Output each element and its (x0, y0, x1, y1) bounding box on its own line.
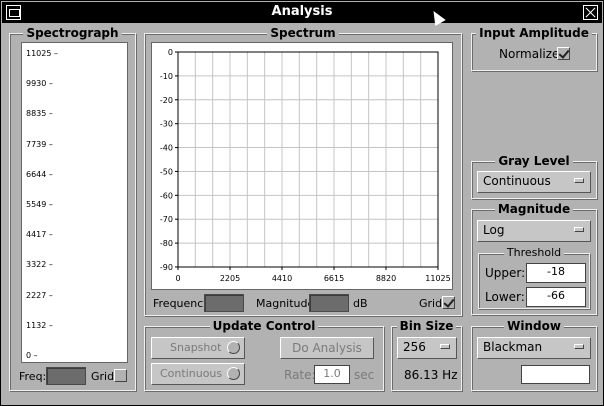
normalize-checkbox[interactable] (557, 47, 570, 60)
spectrograph-y-tick: 6644 – (26, 169, 53, 179)
spectrograph-title: Spectrograph (23, 26, 122, 40)
spectrograph-y-tick: 7739 – (26, 139, 53, 149)
spectrograph-y-tick: 0 – (26, 351, 38, 360)
spectrograph-y-tick: 2227 – (26, 290, 53, 300)
continuous-radio-icon (227, 367, 240, 380)
spectrum-plot[interactable]: 0 -10 -20 -30 -40 -50 -60 -70 -80 -90 0 2205 4410 661… (151, 42, 453, 290)
spectrograph-freq-label: Freq: (19, 370, 47, 383)
window-function-selected: Blackman (483, 340, 543, 354)
spectrograph-y-tick: 3322 – (26, 260, 53, 270)
bin-size-title: Bin Size (396, 319, 457, 333)
spectrum-y-tick-label: -20 (160, 96, 173, 105)
spectrum-y-tick-label: -80 (160, 239, 173, 248)
spectrum-y-tick-label: -70 (160, 215, 173, 224)
rate-unit: sec (354, 368, 375, 382)
snapshot-radio-icon (227, 341, 240, 354)
spectrum-x-tick-label: 4410 (272, 274, 292, 283)
threshold-lower-input[interactable]: -66 (526, 287, 586, 307)
window-function-entry[interactable] (521, 365, 590, 384)
spectrum-y-tick-label: -60 (160, 191, 173, 200)
spectrum-x-tick-label: 8820 (376, 274, 396, 283)
magnitude-title: Magnitude (494, 202, 574, 216)
spectrum-y-tick-label: -90 (160, 263, 173, 272)
spectrum-plot-frame (177, 51, 439, 268)
spectrum-y-tick-label: -10 (160, 72, 173, 81)
spectrum-x-tick-label: 0 (175, 274, 180, 283)
spectrum-chart-svg: 0-10-20-30-40-50-60-70-80-900 2205 4410 661… (160, 48, 451, 283)
spectrum-grid-label: Grid (419, 297, 443, 310)
bin-size-resolution: 86.13 Hz (404, 368, 458, 382)
analysis-window: Analysis Spectrograph 11025 – 9930 – 8835 … (0, 0, 604, 406)
threshold-title: Threshold (503, 246, 565, 259)
spectrum-x-tick-label: 2205 (220, 274, 240, 283)
option-menu-indicator-icon (574, 178, 584, 183)
spectrum-y-tick-label: -40 (160, 144, 173, 153)
snapshot-label: Snapshot (170, 341, 222, 354)
spectrum-y-tick-label: 0 (168, 48, 173, 57)
option-menu-indicator-icon (574, 227, 584, 232)
rate-label: Rate: (284, 368, 316, 382)
spectrograph-y-tick: 9930 – (26, 79, 53, 89)
spectrum-title: Spectrum (267, 26, 339, 40)
window-function-title: Window (504, 319, 564, 333)
continuous-label: Continuous (160, 367, 223, 380)
spectrum-y-tick-label: -50 (160, 167, 173, 176)
window-title: Analysis (271, 4, 333, 19)
spectrum-x-tick-label: 6615 (324, 274, 344, 283)
magnitude-selected: Log (483, 223, 505, 237)
spectrum-x-tick-label: 11025 (425, 274, 450, 283)
close-icon[interactable] (583, 5, 598, 20)
spectrograph-freq-readout (46, 367, 86, 385)
rate-input[interactable]: 1.0 (314, 365, 350, 384)
spectrograph-y-tick: 5549 – (26, 200, 53, 209)
threshold-upper-label: Upper: (485, 266, 526, 280)
snapshot-button[interactable]: Snapshot (151, 337, 245, 359)
update-control-title: Update Control (209, 319, 319, 333)
spectrum-magnitude-readout (309, 294, 349, 312)
spectrograph-y-tick: 8835 – (26, 109, 53, 119)
bin-size-selected: 256 (403, 340, 426, 354)
window-function-menu[interactable]: Blackman (477, 337, 591, 359)
spectrum-grid-checkbox[interactable] (442, 296, 455, 309)
spectrograph-y-tick: 1132 – (26, 320, 53, 330)
normalize-label: Normalize (499, 47, 560, 61)
bin-size-menu[interactable]: 256 (397, 337, 457, 359)
magnitude-menu[interactable]: Log (477, 220, 591, 242)
threshold-upper-input[interactable]: -18 (526, 263, 586, 283)
spectrograph-grid-checkbox[interactable] (114, 369, 127, 382)
spectrograph-canvas[interactable]: 11025 – 9930 – 8835 – 7739 – 6644 – 5549 – 441… (21, 42, 128, 363)
do-analysis-button[interactable]: Do Analysis (280, 337, 374, 359)
continuous-button[interactable]: Continuous (151, 363, 245, 385)
spectrum-db-unit: dB (353, 297, 368, 310)
gray-level-selected: Continuous (483, 174, 551, 188)
gray-level-title: Gray Level (495, 154, 573, 168)
gray-level-menu[interactable]: Continuous (477, 171, 591, 193)
input-amplitude-title: Input Amplitude (476, 26, 592, 40)
spectrograph-grid-label: Grid (91, 370, 115, 383)
spectrograph-y-tick: 4417 – (26, 230, 53, 240)
spectrum-frequency-readout (204, 294, 244, 312)
threshold-lower-label: Lower: (485, 290, 525, 304)
option-menu-indicator-icon (574, 344, 584, 349)
spectrum-y-tick-label: -30 (160, 120, 173, 129)
spectrograph-y-tick: 11025 – (26, 49, 58, 58)
option-menu-indicator-icon (440, 344, 450, 349)
title-bar[interactable]: Analysis (2, 2, 602, 23)
